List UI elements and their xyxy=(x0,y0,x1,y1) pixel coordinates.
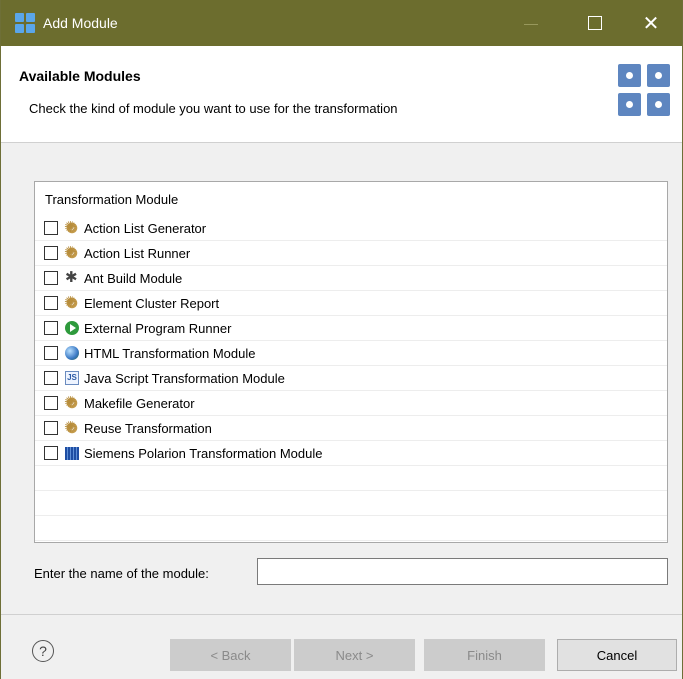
empty-row xyxy=(35,466,667,491)
list-item[interactable]: HTML Transformation Module xyxy=(35,341,667,366)
minimize-button[interactable]: — xyxy=(508,0,554,46)
list-item[interactable]: Siemens Polarion Transformation Module xyxy=(35,441,667,466)
checkbox[interactable] xyxy=(44,246,58,260)
globe-icon xyxy=(65,346,79,360)
checkbox[interactable] xyxy=(44,296,58,310)
checkbox[interactable] xyxy=(44,446,58,460)
list-item-label: HTML Transformation Module xyxy=(84,345,256,361)
back-button[interactable]: < Back xyxy=(170,639,291,671)
list-item-label: Action List Runner xyxy=(84,245,191,261)
list-item[interactable]: Makefile Generator xyxy=(35,391,667,416)
gear-icon xyxy=(64,393,79,411)
checkbox[interactable] xyxy=(44,221,58,235)
checkbox[interactable] xyxy=(44,421,58,435)
page-title: Available Modules xyxy=(19,68,141,84)
next-button[interactable]: Next > xyxy=(294,639,415,671)
maximize-icon xyxy=(588,16,602,30)
list-item-label: Reuse Transformation xyxy=(84,420,212,436)
module-name-label: Enter the name of the module: xyxy=(34,566,209,581)
cancel-button[interactable]: Cancel xyxy=(557,639,677,671)
list-item[interactable]: Action List Generator xyxy=(35,216,667,241)
gear-icon xyxy=(64,293,79,311)
list-item-label: External Program Runner xyxy=(84,320,232,336)
play-icon xyxy=(65,321,79,335)
module-name-input[interactable] xyxy=(257,558,668,585)
add-module-dialog: Add Module — ✕ Available Modules Check t… xyxy=(0,0,683,679)
list-item-label: Element Cluster Report xyxy=(84,295,220,311)
gear-icon xyxy=(64,243,79,261)
finish-button[interactable]: Finish xyxy=(424,639,545,671)
checkbox[interactable] xyxy=(44,346,58,360)
bug-icon xyxy=(65,268,79,286)
list-item[interactable]: JS Java Script Transformation Module xyxy=(35,366,667,391)
title-bar[interactable]: Add Module — ✕ xyxy=(1,0,682,46)
maximize-button[interactable] xyxy=(572,0,618,46)
checkbox[interactable] xyxy=(44,371,58,385)
list-item[interactable]: Ant Build Module xyxy=(35,266,667,291)
polarion-icon xyxy=(65,446,79,460)
list-item[interactable]: External Program Runner xyxy=(35,316,667,341)
help-icon[interactable]: ? xyxy=(32,640,54,662)
page-description: Check the kind of module you want to use… xyxy=(29,101,398,116)
list-item[interactable]: Reuse Transformation xyxy=(35,416,667,441)
checkbox[interactable] xyxy=(44,321,58,335)
checkbox[interactable] xyxy=(44,396,58,410)
module-list[interactable]: Transformation Module Action List Genera… xyxy=(34,181,668,543)
window-title: Add Module xyxy=(43,15,118,31)
list-item-label: Java Script Transformation Module xyxy=(84,370,285,386)
empty-row xyxy=(35,516,667,541)
list-item-label: Action List Generator xyxy=(84,220,207,236)
close-button[interactable]: ✕ xyxy=(628,0,674,46)
list-item-label: Makefile Generator xyxy=(84,395,195,411)
list-item[interactable]: Element Cluster Report xyxy=(35,291,667,316)
app-icon xyxy=(15,13,35,33)
gear-icon xyxy=(64,218,79,236)
list-item-label: Siemens Polarion Transformation Module xyxy=(84,445,323,461)
gear-icon xyxy=(64,418,79,436)
list-column-header: Transformation Module xyxy=(45,192,179,207)
list-item-label: Ant Build Module xyxy=(84,270,183,286)
module-banner-icon xyxy=(618,64,670,116)
footer-divider xyxy=(1,614,682,615)
header-panel: Available Modules Check the kind of modu… xyxy=(1,46,682,143)
checkbox[interactable] xyxy=(44,271,58,285)
javascript-file-icon: JS xyxy=(65,371,79,385)
list-item[interactable]: Action List Runner xyxy=(35,241,667,266)
empty-row xyxy=(35,491,667,516)
